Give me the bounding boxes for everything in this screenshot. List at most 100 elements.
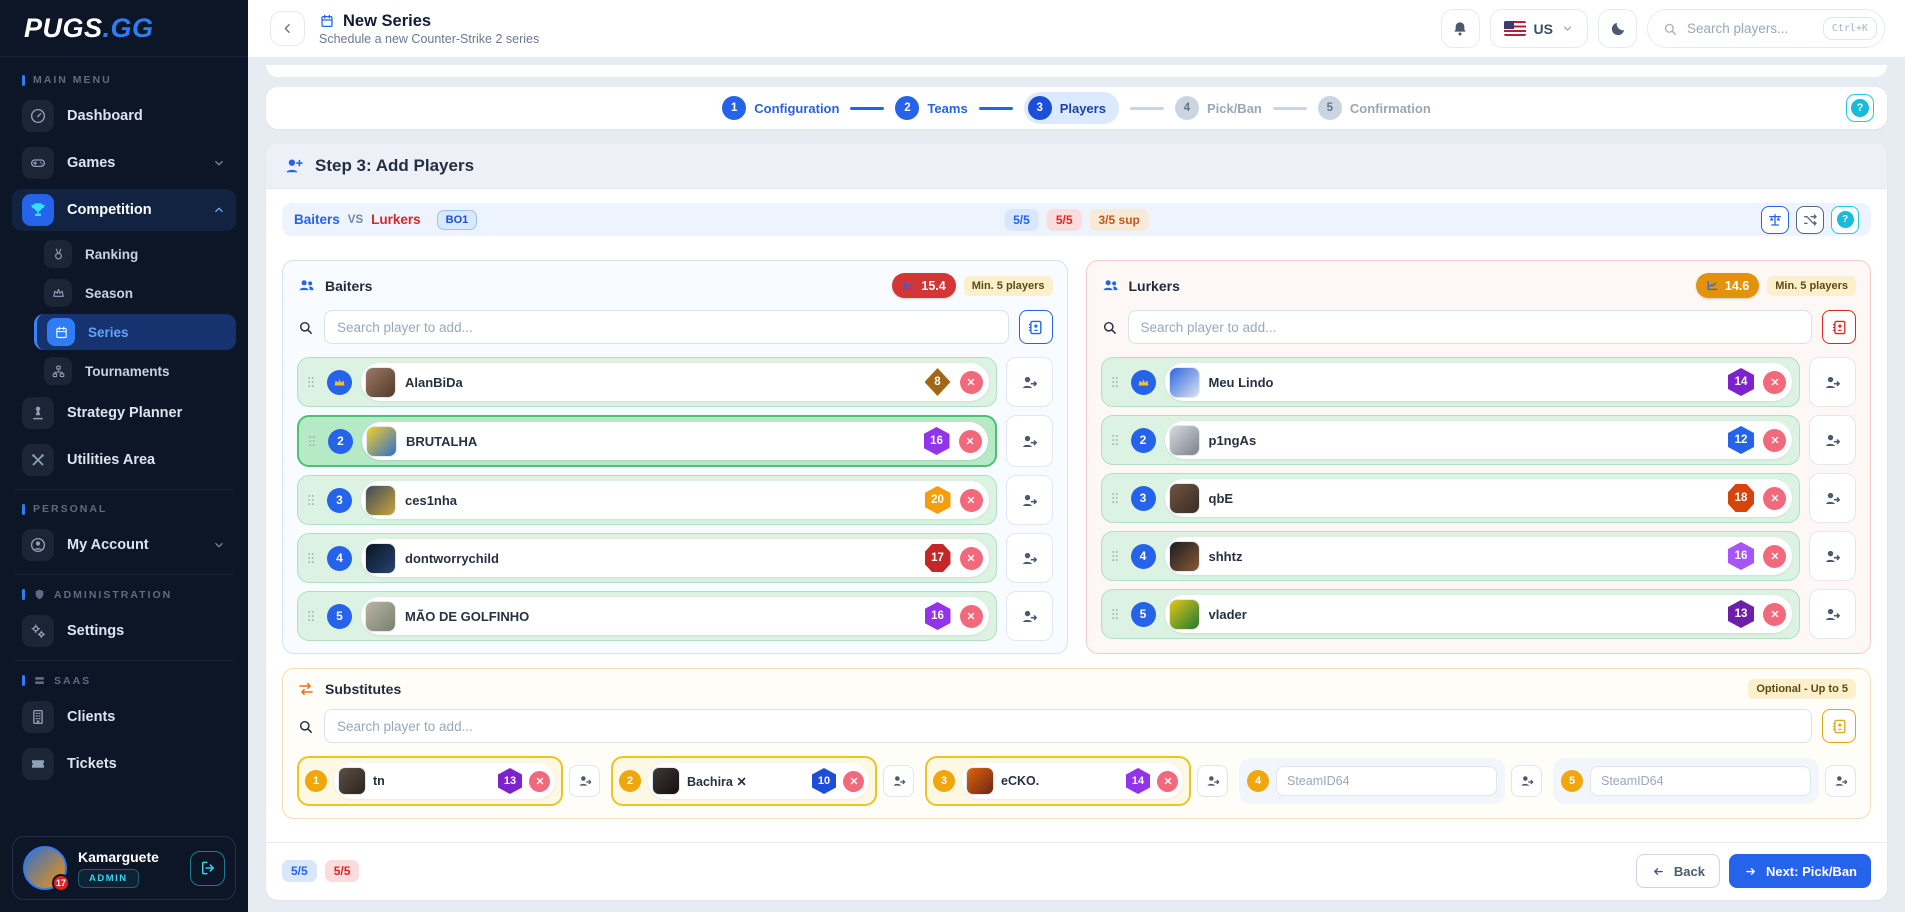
drag-handle-icon[interactable] [1108, 548, 1122, 564]
remove-player-button[interactable] [1763, 371, 1786, 394]
notifications-button[interactable] [1441, 9, 1480, 48]
next-step-button[interactable]: Next: Pick/Ban [1729, 854, 1871, 888]
swap-player-button[interactable] [883, 765, 914, 797]
step-confirmation[interactable]: 5Confirmation [1318, 96, 1431, 120]
player-number-badge: 2 [1131, 428, 1156, 453]
sidebar-item-clients[interactable]: Clients [12, 696, 236, 738]
sidebar: PUGS.GG MAIN MENU Dashboard Games Compet… [0, 0, 248, 912]
help-button[interactable]: ? [1846, 94, 1874, 122]
remove-player-button[interactable] [960, 605, 983, 628]
user-card[interactable]: 17 Kamarguete ADMIN [12, 836, 236, 900]
language-selector[interactable]: US [1490, 9, 1588, 48]
sidebar-item-strategy-planner[interactable]: Strategy Planner [12, 392, 236, 434]
swap-player-button[interactable] [1006, 591, 1053, 641]
player-avatar [1169, 425, 1200, 456]
crown-icon [333, 376, 346, 389]
close-icon [1163, 776, 1173, 786]
logout-button[interactable] [190, 851, 225, 886]
sidebar-item-competition[interactable]: Competition [12, 189, 236, 231]
step-players[interactable]: 3Players [1024, 92, 1119, 124]
swap-player-button[interactable] [1809, 357, 1856, 407]
sidebar-item-settings[interactable]: Settings [12, 610, 236, 652]
sidebar-item-series[interactable]: Series [34, 314, 236, 350]
swap-player-button[interactable] [1197, 765, 1228, 797]
swap-player-button[interactable] [569, 765, 600, 797]
swap-player-button[interactable] [1511, 765, 1542, 797]
shuffle-teams-button[interactable] [1796, 206, 1824, 234]
substitutes-search-input[interactable] [324, 709, 1812, 743]
remove-player-button[interactable] [1763, 429, 1786, 452]
balance-teams-button[interactable] [1761, 206, 1789, 234]
swap-player-button[interactable] [1809, 415, 1856, 465]
competition-submenu: Ranking Season Series Tournaments [12, 236, 236, 389]
swap-player-button[interactable] [1809, 589, 1856, 639]
drag-handle-icon[interactable] [1108, 432, 1122, 448]
substitutes-count-badge: 3/5 sup [1090, 209, 1149, 231]
page-title: New Series [343, 12, 431, 31]
step-pickban[interactable]: 4Pick/Ban [1175, 96, 1262, 120]
remove-player-button[interactable] [960, 371, 983, 394]
remove-player-button[interactable] [959, 430, 982, 453]
player-avatar [365, 543, 396, 574]
lurkers-roster-button[interactable] [1822, 310, 1856, 344]
swap-player-button[interactable] [1825, 765, 1856, 797]
player-name: Meu Lindo [1209, 375, 1274, 390]
rating-badge: 16 [1728, 542, 1754, 570]
back-button[interactable] [270, 11, 305, 46]
remove-player-button[interactable] [843, 771, 864, 792]
step-configuration[interactable]: 1Configuration [722, 96, 839, 120]
sidebar-item-games[interactable]: Games [12, 142, 236, 184]
global-search[interactable]: Ctrl+K [1647, 9, 1885, 48]
drag-handle-icon[interactable] [1108, 374, 1122, 390]
sidebar-item-utilities-area[interactable]: Utilities Area [12, 439, 236, 481]
drag-handle-icon[interactable] [304, 492, 318, 508]
remove-player-button[interactable] [1763, 487, 1786, 510]
sidebar-item-tickets[interactable]: Tickets [12, 743, 236, 785]
swap-player-button[interactable] [1006, 357, 1053, 407]
min-players-badge: Min. 5 players [964, 276, 1053, 296]
search-input[interactable] [1687, 21, 1814, 36]
remove-player-button[interactable] [960, 547, 983, 570]
swap-player-button[interactable] [1006, 415, 1053, 467]
dark-mode-toggle[interactable] [1598, 9, 1637, 48]
sidebar-item-dashboard[interactable]: Dashboard [12, 95, 236, 137]
remove-player-button[interactable] [529, 771, 550, 792]
lurkers-player-search-input[interactable] [1128, 310, 1813, 344]
drag-handle-icon[interactable] [304, 550, 318, 566]
sidebar-item-tournaments[interactable]: Tournaments [34, 353, 236, 389]
drag-handle-icon[interactable] [304, 374, 318, 390]
remove-player-button[interactable] [1157, 771, 1178, 792]
remove-player-button[interactable] [1763, 545, 1786, 568]
player-avatar [966, 767, 994, 795]
optional-badge: Optional - Up to 5 [1748, 679, 1856, 699]
swap-player-button[interactable] [1006, 533, 1053, 583]
steamid-input[interactable] [1276, 766, 1497, 796]
drag-handle-icon[interactable] [1108, 490, 1122, 506]
step-teams[interactable]: 2Teams [895, 96, 967, 120]
swap-player-button[interactable] [1809, 473, 1856, 523]
swap-player-button[interactable] [1006, 475, 1053, 525]
arrow-right-icon [1743, 864, 1758, 879]
drag-handle-icon[interactable] [305, 433, 319, 449]
teams-help-button[interactable]: ? [1831, 206, 1859, 234]
steamid-input[interactable] [1590, 766, 1811, 796]
sidebar-item-season[interactable]: Season [34, 275, 236, 311]
sidebar-item-ranking[interactable]: Ranking [34, 236, 236, 272]
substitutes-roster-button[interactable] [1822, 709, 1856, 743]
sidebar-item-my-account[interactable]: My Account [12, 524, 236, 566]
team-rating-badge: 14.6 [1696, 273, 1759, 298]
remove-player-button[interactable] [1763, 603, 1786, 626]
app-logo[interactable]: PUGS.GG [0, 0, 248, 57]
back-step-button[interactable]: Back [1636, 854, 1720, 888]
swap-player-button[interactable] [1809, 531, 1856, 581]
remove-player-button[interactable] [960, 489, 983, 512]
drag-handle-icon[interactable] [1108, 606, 1122, 622]
baiters-player-search-input[interactable] [324, 310, 1009, 344]
close-icon [1770, 435, 1780, 445]
calendar-icon [47, 318, 75, 346]
baiters-roster-button[interactable] [1019, 310, 1053, 344]
player-name: tn [373, 774, 385, 788]
step3-header: Step 3: Add Players [266, 144, 1887, 189]
team-b-name: Lurkers [371, 212, 421, 227]
drag-handle-icon[interactable] [304, 608, 318, 624]
